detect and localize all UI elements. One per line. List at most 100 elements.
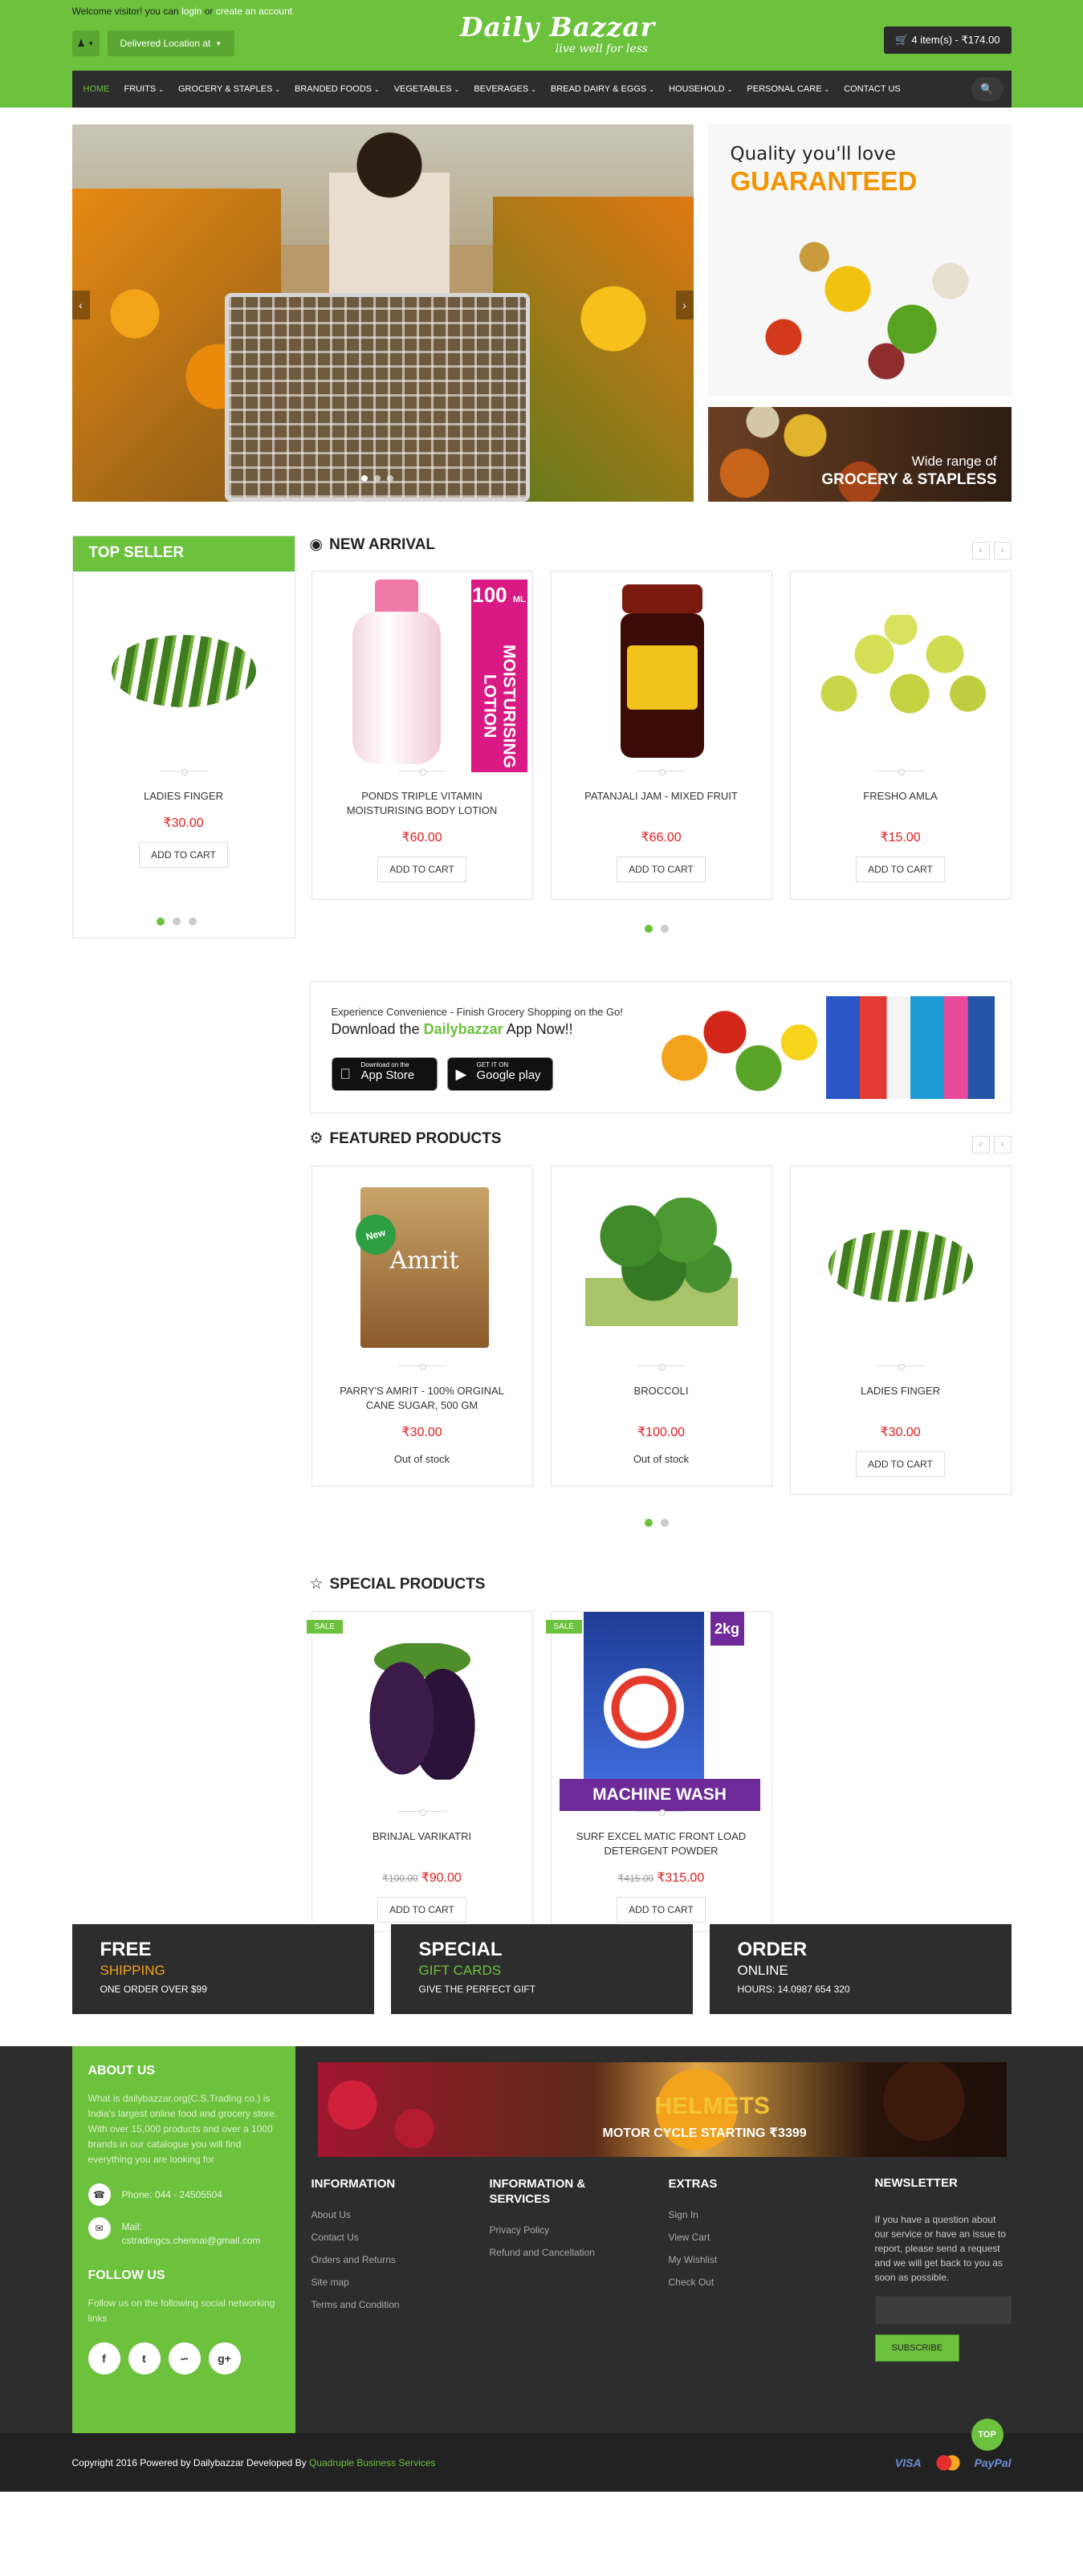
terms-link[interactable]: Terms and Condition: [311, 2299, 400, 2310]
footer: ABOUT US What is dailybazzar.org(C.S.Tra…: [0, 2046, 1083, 2451]
checkout-link[interactable]: Check Out: [669, 2277, 718, 2288]
amla-image: [812, 615, 989, 727]
slider-dot[interactable]: [360, 475, 368, 482]
product-card[interactable]: LADIES FINGER ₹30.00 ADD TO CART: [72, 572, 295, 868]
quality-banner[interactable]: Quality you'll love GUARANTEED: [707, 124, 1012, 397]
prev-arrow-button[interactable]: ‹: [971, 1136, 990, 1154]
nav-label: BREAD DAIRY & EGGS: [550, 84, 647, 94]
view-cart-link[interactable]: View Cart: [669, 2232, 718, 2243]
welcome-text: Welcome visitor! you can login or create…: [72, 6, 293, 17]
login-link[interactable]: login: [181, 6, 202, 17]
privacy-policy-link[interactable]: Privacy Policy: [490, 2224, 618, 2236]
add-to-cart-button[interactable]: ADD TO CART: [377, 857, 466, 882]
product-card[interactable]: SALE BRINJAL VARIKATRI ₹100.00 ₹90.00 ADD…: [306, 1611, 533, 1932]
follow-title: FOLLOW US: [88, 2269, 165, 2282]
prev-arrow-button[interactable]: ‹: [971, 542, 990, 560]
next-arrow-button[interactable]: ›: [993, 1136, 1012, 1154]
nav-vegetables[interactable]: VEGETABLES ⌄: [394, 84, 460, 94]
nav-home[interactable]: HOME: [83, 84, 110, 94]
product-image: [552, 572, 772, 771]
product-price: ₹30.00: [163, 816, 204, 830]
app-store-button[interactable]:  Download on theApp Store: [331, 1057, 438, 1091]
refund-cancellation-link[interactable]: Refund and Cancellation: [490, 2247, 618, 2258]
nav-fruits[interactable]: FRUITS ⌄: [124, 84, 164, 94]
add-to-cart-button[interactable]: ADD TO CART: [617, 1897, 706, 1923]
rss-icon[interactable]: ∽: [168, 2342, 201, 2375]
product-card[interactable]: PATANJALI JAM - MIXED FRUIT ₹66.00 ADD T…: [550, 571, 772, 900]
search-button[interactable]: 🔍: [971, 77, 1004, 101]
site-map-link[interactable]: Site map: [311, 2277, 400, 2288]
column-title: INFORMATION: [311, 2177, 396, 2191]
okra-image: [828, 1230, 973, 1302]
top-seller-title: TOP SELLER: [72, 536, 295, 572]
nav-bread-dairy[interactable]: BREAD DAIRY & EGGS ⌄: [551, 84, 654, 94]
visa-icon: VISA: [894, 2456, 922, 2469]
add-to-cart-button[interactable]: ADD TO CART: [617, 857, 706, 882]
subscribe-button[interactable]: SUBSCRIBE: [874, 2334, 960, 2362]
nav-contact[interactable]: CONTACT US: [844, 84, 901, 94]
add-to-cart-button[interactable]: ADD TO CART: [377, 1897, 466, 1923]
feature-detail: HOURS: 14.0987 654 320: [737, 1984, 850, 1995]
google-plus-icon[interactable]: g+: [208, 2342, 241, 2375]
product-card[interactable]: 2kg MACHINE WASH SALE SURF EXCEL MATIC FR…: [545, 1611, 772, 1932]
sign-in-link[interactable]: Sign In: [669, 2209, 718, 2220]
google-play-button[interactable]: ▶ GET IT ON Google play: [446, 1057, 553, 1091]
developer-link[interactable]: Quadruple Business Services: [309, 2457, 435, 2468]
orders-returns-link[interactable]: Orders and Returns: [311, 2254, 400, 2265]
hero-slider[interactable]: ‹ ›: [71, 124, 694, 502]
carousel-dot[interactable]: [188, 918, 197, 926]
add-to-cart-button[interactable]: ADD TO CART: [856, 857, 945, 882]
product-card[interactable]: 100 ML MOISTURISING LOTION PONDS TRIPLE V…: [311, 571, 533, 900]
account-dropdown[interactable]: ♟ ▼: [71, 31, 100, 56]
carousel-dot[interactable]: [644, 925, 653, 933]
product-card[interactable]: BROCCOLI ₹100.00 Out of stock: [550, 1166, 772, 1487]
newsletter-email-input[interactable]: [874, 2296, 1012, 2325]
divider: [637, 1809, 686, 1816]
nav-branded-foods[interactable]: BRANDED FOODS ⌄: [295, 84, 380, 94]
add-to-cart-button[interactable]: ADD TO CART: [856, 1451, 945, 1477]
cart-button[interactable]: 🛒 4 item(s) - ₹174.00: [884, 26, 1012, 54]
twitter-icon[interactable]: t: [128, 2342, 161, 2375]
contact-us-link[interactable]: Contact Us: [311, 2232, 400, 2243]
site-logo[interactable]: Daily Bazzar live well for less: [458, 11, 658, 55]
phone-text: Phone: 044 - 24505504: [121, 2189, 222, 2200]
create-account-link[interactable]: create an account: [216, 6, 292, 17]
product-card[interactable]: Amrit New PARRY'S AMRIT - 100% ORGINAL CA…: [311, 1166, 533, 1487]
featured-nav: ‹ ›: [971, 1136, 1012, 1154]
carousel-dot[interactable]: [660, 1519, 669, 1527]
slider-dot[interactable]: [373, 475, 381, 482]
logo-tagline: live well for less: [555, 43, 649, 55]
add-to-cart-button[interactable]: ADD TO CART: [139, 842, 228, 868]
back-to-top-button[interactable]: TOP: [971, 2419, 1004, 2451]
product-image: [791, 572, 1011, 771]
carousel-dot[interactable]: [644, 1519, 653, 1527]
carousel-dot[interactable]: [156, 918, 165, 926]
nav-beverages[interactable]: BEVERAGES ⌄: [474, 84, 536, 94]
weight-badge: 2kg: [710, 1612, 744, 1646]
product-card[interactable]: FRESHO AMLA ₹15.00 ADD TO CART: [789, 571, 1012, 900]
feature-free-shipping: FREE SHIPPING ONE ORDER OVER $99: [71, 1924, 374, 2014]
facebook-icon[interactable]: f: [88, 2342, 120, 2375]
carousel-dot[interactable]: [172, 918, 181, 926]
next-arrow-button[interactable]: ›: [993, 542, 1012, 560]
location-dropdown[interactable]: Delivered Location at ▼: [107, 31, 235, 56]
gears-icon: ⚙: [309, 1130, 324, 1147]
slider-dot[interactable]: [386, 475, 393, 482]
feature-subheading: GIFT CARDS: [418, 1963, 502, 1978]
machine-wash-label: MACHINE WASH: [559, 1779, 760, 1811]
slider-next-arrow[interactable]: ›: [675, 291, 694, 319]
product-card[interactable]: LADIES FINGER ₹30.00 ADD TO CART: [789, 1166, 1012, 1495]
nav-household[interactable]: HOUSEHOLD ⌄: [669, 84, 732, 94]
helmets-promo-banner[interactable]: HELMETS MOTOR CYCLE STARTING ₹3399: [317, 2062, 1007, 2157]
nav-personal-care[interactable]: PERSONAL CARE ⌄: [747, 84, 829, 94]
chevron-down-icon: ⌄: [454, 86, 460, 93]
nav-grocery[interactable]: GROCERY & STAPLES ⌄: [178, 84, 280, 94]
product-name: PATANJALI JAM - MIXED FRUIT: [584, 790, 738, 802]
wishlist-link[interactable]: My Wishlist: [669, 2254, 718, 2265]
paypal-icon: PayPal: [974, 2456, 1012, 2469]
carousel-dot[interactable]: [660, 925, 669, 933]
slider-prev-arrow[interactable]: ‹: [71, 291, 90, 319]
lotion-image: 100 ML MOISTURISING LOTION: [336, 580, 527, 772]
grocery-banner[interactable]: Wide range of GROCERY & STAPLESS: [707, 407, 1012, 502]
about-us-link[interactable]: About Us: [311, 2209, 400, 2220]
